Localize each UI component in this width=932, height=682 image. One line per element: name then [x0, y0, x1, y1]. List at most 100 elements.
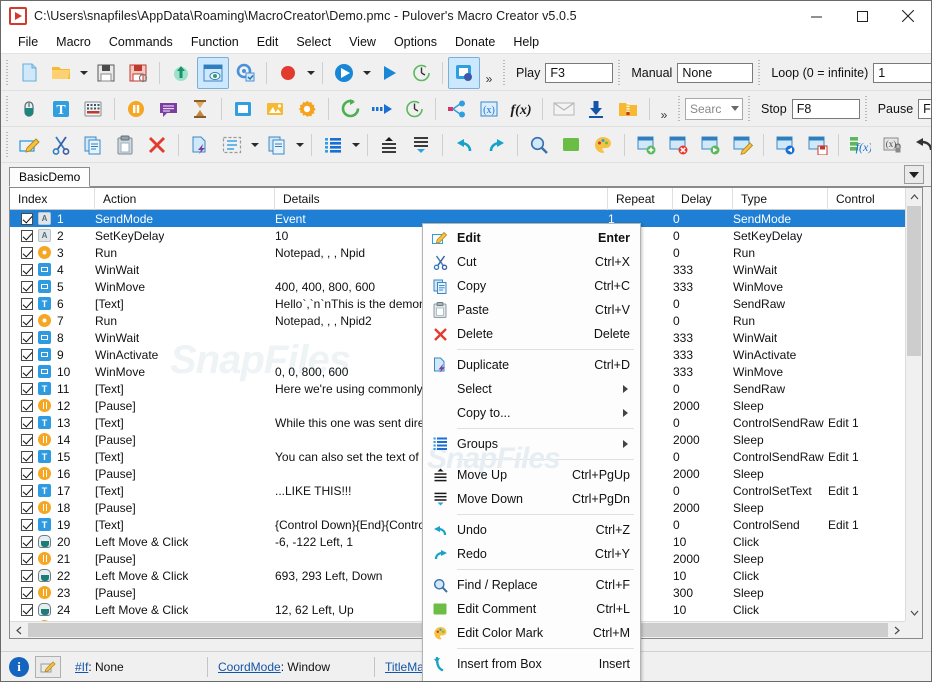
context-menu-item-groups[interactable]: Groups: [423, 432, 640, 456]
menu-help[interactable]: Help: [504, 33, 548, 51]
maximize-button[interactable]: [839, 1, 885, 31]
function-editor-button[interactable]: f(x): [844, 129, 876, 161]
keystroke-command-button[interactable]: [77, 93, 109, 125]
column-delay[interactable]: Delay: [673, 188, 733, 210]
play-button[interactable]: [328, 57, 360, 89]
list-vertical-scrollbar[interactable]: [905, 188, 922, 621]
row-context-menu[interactable]: SnapFiles Edit Enter Cut Ctrl+X Copy Ctrl+C Pa…: [422, 223, 641, 681]
window-spy-button[interactable]: [448, 56, 480, 89]
preview-script-button[interactable]: [197, 56, 229, 89]
toolbar-grip[interactable]: [862, 95, 870, 122]
menu-macro[interactable]: Macro: [47, 33, 100, 51]
scroll-down-button[interactable]: [906, 604, 922, 621]
row-checkbox[interactable]: [21, 535, 33, 548]
toolbar-grip[interactable]: [676, 95, 683, 122]
edit-row-props-button[interactable]: [726, 129, 758, 161]
context-menu-item-undo[interactable]: Undo Ctrl+Z: [423, 518, 640, 542]
pause-command-button[interactable]: [120, 93, 152, 125]
paste-button[interactable]: [109, 129, 141, 161]
move-up-button[interactable]: [373, 129, 405, 161]
row-checkbox[interactable]: [21, 569, 33, 582]
context-menu-item-cut[interactable]: Cut Ctrl+X: [423, 250, 640, 274]
menu-donate[interactable]: Donate: [446, 33, 504, 51]
delete-button[interactable]: [141, 129, 173, 161]
tab-list-dropdown[interactable]: [904, 165, 924, 184]
row-checkbox[interactable]: [21, 416, 33, 429]
toolbar-grip[interactable]: [756, 59, 764, 86]
row-checkbox[interactable]: [21, 246, 33, 259]
column-type[interactable]: Type: [733, 188, 828, 210]
status-if[interactable]: #If: None: [61, 656, 207, 678]
toolbar-grip[interactable]: [746, 95, 753, 122]
duplicate-button[interactable]: [184, 129, 216, 161]
search-combo[interactable]: Searc: [685, 97, 743, 120]
remove-row-button[interactable]: [662, 129, 694, 161]
menu-options[interactable]: Options: [385, 33, 446, 51]
menu-commands[interactable]: Commands: [100, 33, 182, 51]
scroll-left-button[interactable]: [10, 622, 27, 638]
control-command-button[interactable]: [291, 93, 323, 125]
context-menu-item-copy[interactable]: Copy Ctrl+C: [423, 274, 640, 298]
select-dropdown[interactable]: [248, 130, 261, 160]
context-menu-item-edit-color-mark[interactable]: Edit Color Mark Ctrl+M: [423, 621, 640, 645]
context-menu-item-redo[interactable]: Redo Ctrl+Y: [423, 542, 640, 566]
minimize-button[interactable]: [793, 1, 839, 31]
mouse-command-button[interactable]: [13, 93, 45, 125]
row-checkbox[interactable]: [21, 331, 33, 344]
row-checkbox[interactable]: [21, 586, 33, 599]
stop-hotkey-input[interactable]: F8: [791, 98, 860, 119]
column-index[interactable]: Index: [10, 188, 95, 210]
message-command-button[interactable]: [152, 93, 184, 125]
window-command-button[interactable]: [227, 93, 259, 125]
loop-command-button[interactable]: [334, 93, 366, 125]
row-checkbox[interactable]: [21, 399, 33, 412]
run-button[interactable]: [373, 57, 405, 89]
info-icon[interactable]: i: [9, 656, 29, 677]
save-as-button[interactable]: [122, 57, 154, 89]
context-menu-item-move-up[interactable]: Move Up Ctrl+PgUp: [423, 463, 640, 487]
row-checkbox[interactable]: [21, 484, 33, 497]
menu-view[interactable]: View: [340, 33, 385, 51]
reset-button[interactable]: [908, 129, 931, 161]
manual-hotkey-input[interactable]: None: [677, 62, 754, 83]
save-button[interactable]: [90, 57, 122, 89]
variable-lock-button[interactable]: (x): [876, 129, 908, 161]
insert-row-button[interactable]: [630, 129, 662, 161]
timer-button[interactable]: [405, 57, 437, 89]
row-checkbox[interactable]: [21, 263, 33, 276]
column-details[interactable]: Details: [275, 188, 608, 210]
tab-basicdemo[interactable]: BasicDemo: [9, 167, 91, 187]
open-file-button[interactable]: [45, 57, 77, 89]
row-checkbox[interactable]: [21, 348, 33, 361]
timer-command-button[interactable]: [398, 93, 430, 125]
row-checkbox[interactable]: [21, 450, 33, 463]
context-menu-item-insert-from-box[interactable]: Insert from Box Insert: [423, 652, 640, 676]
toolbar-grip[interactable]: [4, 95, 11, 122]
close-button[interactable]: [885, 1, 931, 31]
groups-button[interactable]: [317, 129, 349, 161]
variable-command-button[interactable]: (x): [473, 93, 505, 125]
context-menu-item-delete[interactable]: Delete Delete: [423, 322, 640, 346]
row-checkbox[interactable]: [21, 518, 33, 531]
settings-button[interactable]: [229, 57, 261, 89]
wait-command-button[interactable]: [184, 93, 216, 125]
load-rows-button[interactable]: [769, 129, 801, 161]
edit-comment-button[interactable]: [555, 129, 587, 161]
pause-hotkey-input[interactable]: F12: [918, 98, 931, 119]
toolbar-grip[interactable]: [4, 131, 11, 158]
export-button[interactable]: [165, 57, 197, 89]
new-file-button[interactable]: [13, 57, 45, 89]
play-dropdown[interactable]: [360, 58, 373, 88]
menu-select[interactable]: Select: [287, 33, 340, 51]
goto-command-button[interactable]: [366, 93, 398, 125]
text-command-button[interactable]: T: [45, 93, 77, 125]
context-menu-item-find-replace[interactable]: Find / Replace Ctrl+F: [423, 573, 640, 597]
copy-to-button[interactable]: [261, 129, 293, 161]
email-command-button[interactable]: [548, 93, 580, 125]
column-control[interactable]: Control: [828, 188, 908, 210]
row-checkbox[interactable]: [21, 501, 33, 514]
row-checkbox[interactable]: [21, 552, 33, 565]
copy-to-dropdown[interactable]: [293, 130, 306, 160]
move-down-button[interactable]: [405, 129, 437, 161]
status-edit-button[interactable]: [35, 655, 61, 678]
